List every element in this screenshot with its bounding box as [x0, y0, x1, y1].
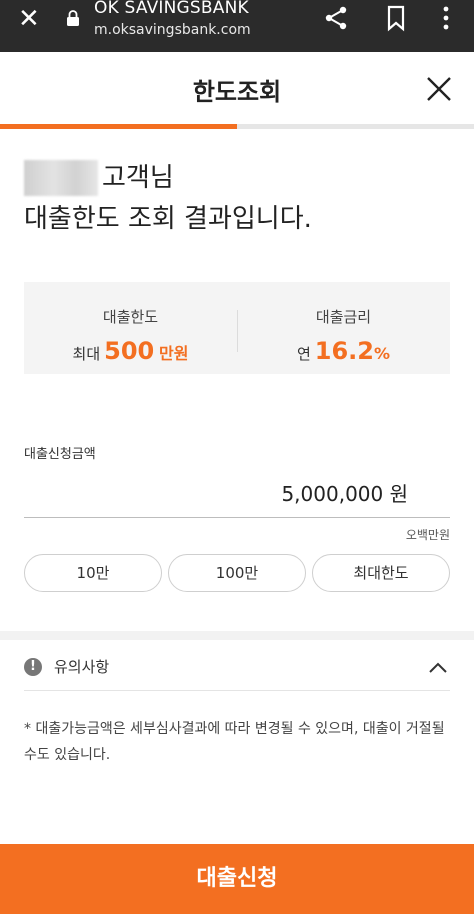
progress-fill [0, 124, 237, 129]
apply-loan-button[interactable]: 대출신청 [0, 844, 474, 914]
blurred-customer-name [24, 159, 98, 196]
loan-limit-label: 대출한도 [102, 308, 159, 326]
bookmark-icon[interactable] [382, 4, 410, 32]
loan-rate-label: 대출금리 [315, 308, 372, 326]
loan-summary: 대출한도 최대 500 만원 대출금리 연 16.2% [24, 282, 450, 374]
loan-rate-summary: 대출금리 연 16.2% [237, 282, 450, 374]
more-icon[interactable] [432, 4, 460, 32]
lock-icon [67, 10, 79, 26]
amount-label: 대출신청금액 [24, 447, 96, 462]
section-separator [0, 631, 474, 640]
greeting: 고객님 대출한도 조회 결과입니다. [24, 158, 312, 239]
add-100k-button[interactable]: 10만 [24, 554, 162, 592]
loan-limit-value: 500 [104, 337, 155, 365]
app-header: 한도조회 [0, 52, 474, 122]
loan-rate-unit: % [374, 344, 391, 363]
greeting-message: 대출한도 조회 결과입니다. [24, 203, 312, 234]
amount-input[interactable]: 5,000,000 원 [24, 472, 450, 518]
site-url[interactable]: m.oksavingsbank.com [94, 22, 251, 38]
site-title: OK SAVINGSBANK [94, 0, 249, 18]
loan-rate-value: 16.2 [314, 337, 374, 365]
loan-limit-unit: 만원 [159, 344, 189, 363]
loan-limit-prefix: 최대 [72, 345, 101, 363]
loan-limit-summary: 대출한도 최대 500 만원 [24, 282, 237, 374]
page-title: 한도조회 [192, 78, 282, 106]
add-1m-button[interactable]: 100만 [168, 554, 306, 592]
amount-korean-text: 오백만원 [405, 528, 450, 542]
chevron-up-icon[interactable] [426, 656, 450, 680]
close-icon[interactable] [424, 74, 454, 104]
notice-body: * 대출가능금액은 세부심사결과에 따라 변경될 수 있으며, 대출이 거절될 … [24, 721, 445, 763]
warning-icon: ! [24, 658, 42, 676]
notice-title: 유의사항 [54, 658, 110, 676]
notice-toggle[interactable]: ! 유의사항 [24, 650, 450, 688]
browser-close-icon[interactable]: ✕ [18, 6, 40, 32]
greeting-suffix: 고객님 [102, 162, 174, 193]
loan-rate-prefix: 연 [296, 345, 311, 363]
browser-toolbar: ✕ OK SAVINGSBANK m.oksavingsbank.com [0, 0, 474, 52]
share-icon[interactable] [322, 4, 350, 32]
progress-bar [0, 124, 474, 129]
quick-amount-buttons: 10만 100만 최대한도 [24, 554, 450, 592]
max-limit-button[interactable]: 최대한도 [312, 554, 450, 592]
notice-divider [24, 690, 450, 691]
